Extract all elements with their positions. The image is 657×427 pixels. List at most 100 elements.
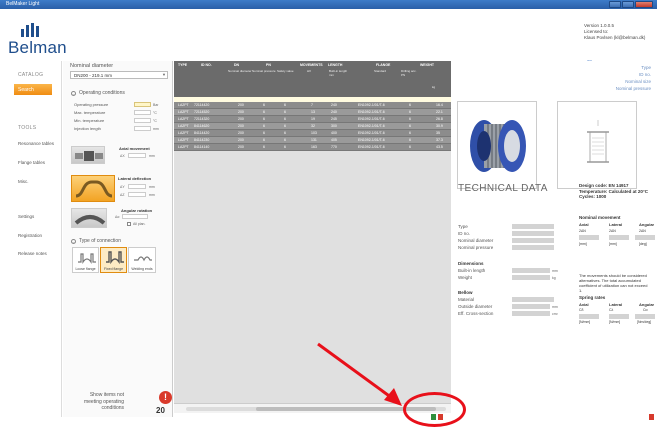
operating-conditions-header[interactable]: – Operating conditions: [71, 90, 125, 96]
label-built-in-length: Built-in length: [458, 268, 486, 273]
cell-length: 405: [331, 138, 337, 142]
col-pn[interactable]: PN: [266, 63, 271, 67]
cell-safety: 6: [284, 124, 286, 128]
nm-angular-header: Angular: [639, 222, 655, 227]
sr-axial-unit: [N/mm]: [579, 320, 591, 324]
axial-movement-icon[interactable]: [71, 146, 105, 164]
cell-drilling: 6: [409, 117, 411, 121]
operating-pressure-input[interactable]: [134, 102, 151, 107]
nm-lateral-header: Lateral: [609, 222, 623, 227]
warning-icon[interactable]: !: [159, 391, 172, 404]
col-type[interactable]: TYPE: [178, 63, 187, 67]
nominal-diameter-select[interactable]: DN200 - 219.1 mm ▼: [70, 71, 168, 79]
lateral-dy-input[interactable]: [128, 184, 146, 189]
sr-angular-header: Angular: [639, 302, 655, 307]
value-outside-diameter: [512, 304, 550, 309]
cell-safety: 6: [284, 145, 286, 149]
table-row[interactable]: LA2PT 84114230 200 6 6 131 405 EN1092-1/01/T-6 6…: [174, 137, 451, 144]
col-length[interactable]: LENGTH: [328, 63, 342, 67]
cell-weight: 22.1: [436, 110, 443, 114]
sr-angular-unit: [Nm/deg]: [637, 320, 652, 324]
cell-standard: EN1092-1/01/T-6: [358, 138, 385, 142]
angular-da-label: Δα: [115, 215, 120, 219]
cell-weight: 35: [436, 131, 440, 135]
type-of-connection-header[interactable]: – Type of connection: [71, 238, 121, 244]
col-id-no[interactable]: ID NO.: [201, 63, 212, 67]
cell-weight: 43.5: [436, 145, 443, 149]
angular-da-input[interactable]: [122, 214, 148, 219]
sr-axial-box: [579, 314, 599, 319]
min-temperature-input[interactable]: [134, 118, 151, 123]
cell-length: 400: [331, 131, 337, 135]
cell-dn: 200: [238, 117, 244, 121]
connection-welding-ends[interactable]: Welding ends: [128, 247, 156, 273]
operating-pressure-label: Operating pressure: [74, 102, 109, 107]
unit-weight: kg: [552, 276, 556, 280]
sidebar-item-search[interactable]: Search: [14, 84, 52, 95]
cell-pn: 6: [263, 145, 265, 149]
col-dn[interactable]: DN: [234, 63, 239, 67]
all-planes-checkbox[interactable]: All plan.: [127, 222, 145, 226]
connection-loose-flange-label: Loose flange: [75, 267, 96, 271]
label-nominal-pressure: Nominal pressure: [458, 245, 494, 250]
connection-loose-flange[interactable]: Loose flange: [72, 247, 99, 273]
sr-lateral-box: [609, 314, 629, 319]
cell-drilling: 6: [409, 131, 411, 135]
angular-rotation-icon[interactable]: [71, 208, 107, 228]
lateral-dz-label: ΔZ: [120, 193, 125, 197]
belman-logo: Belman: [8, 23, 67, 58]
table-row[interactable]: LA2PT 72114320 200 6 6 19 245 EN1092-1/01/T-6 6 2…: [174, 116, 451, 123]
label-outside-diameter: Outside diameter: [458, 304, 493, 309]
lateral-dz-input[interactable]: [128, 192, 146, 197]
cell-pn: 6: [263, 110, 265, 114]
cell-dx: 163: [311, 145, 317, 149]
dimensions-title: Dimensions: [458, 261, 484, 266]
cell-id-no: 84114420: [194, 131, 210, 135]
col-flange[interactable]: FLANGE: [376, 63, 390, 67]
table-row[interactable]: LA2PT 72114420 200 6 6 7 240 EN1092-1/01/T-6 6 16…: [174, 102, 451, 109]
cell-pn: 6: [263, 103, 265, 107]
design-cycles: Cycles: 1000: [579, 194, 607, 199]
minimize-button[interactable]: [609, 1, 621, 8]
nm-axial-box: [579, 235, 599, 240]
injection-length-input[interactable]: [134, 126, 151, 131]
table-row[interactable]: LA2PT 72114520 200 6 6 13 240 EN1092-1/01/T-6 6 2…: [174, 109, 451, 116]
maximize-button[interactable]: [622, 1, 634, 8]
cell-dn: 200: [238, 138, 244, 142]
cell-dn: 200: [238, 110, 244, 114]
cell-weight: 30.9: [436, 124, 443, 128]
nominal-diameter-label: Nominal diameter: [70, 63, 114, 69]
subcol-kg: kg: [432, 85, 436, 89]
cell-type: LA2PT: [178, 117, 189, 121]
sidebar-item-resonance-tables[interactable]: Resonance tables: [18, 141, 54, 146]
connection-fixed-flange[interactable]: Fixed flange: [100, 247, 127, 273]
window-titlebar: BelMaker Light: [0, 0, 657, 9]
axial-dx-input[interactable]: [128, 153, 146, 158]
sidebar-item-misc[interactable]: Misc.: [18, 179, 29, 184]
grid-header: TYPE ID NO. DN PN MOVEMENTS LENGTH FLANG…: [174, 61, 451, 97]
cell-weight: 37.3: [436, 138, 443, 142]
pdf-export-icon[interactable]: [649, 414, 654, 420]
sidebar-item-flange-tables[interactable]: Flange tables: [18, 160, 45, 165]
table-row[interactable]: LA2PT 84114140 200 6 6 163 770 EN1092-1/01/T-6 6…: [174, 144, 451, 151]
value-id-no: [512, 231, 554, 236]
col-weight[interactable]: WEIGHT: [420, 63, 434, 67]
injection-length-label: Injection length: [74, 126, 101, 131]
cell-dx: 13: [311, 110, 315, 114]
sidebar-item-release-notes[interactable]: Release notes: [18, 251, 47, 256]
table-row[interactable]: LA2PT 84114420 200 6 6 103 400 EN1092-1/01/T-6 6…: [174, 130, 451, 137]
max-temperature-input[interactable]: [134, 110, 151, 115]
lateral-deflection-icon[interactable]: [71, 175, 115, 202]
col-movements[interactable]: MOVEMENTS: [300, 63, 323, 67]
axial-dx-label: ΔX: [120, 154, 125, 158]
sidebar-item-settings[interactable]: Settings: [18, 214, 34, 219]
cell-drilling: 6: [409, 110, 411, 114]
nm-lateral-box: [609, 235, 629, 240]
cell-dn: 200: [238, 145, 244, 149]
close-button[interactable]: [635, 1, 653, 8]
table-row[interactable]: LA2PT 84114620 200 6 6 32 300 EN1092-1/01/T-6 6 3…: [174, 123, 451, 130]
min-temperature-label: Min. temperature: [74, 118, 105, 123]
cell-pn: 6: [263, 138, 265, 142]
sidebar-item-registration[interactable]: Registration: [18, 233, 42, 238]
search-panel: Nominal diameter DN200 - 219.1 mm ▼ – Op…: [63, 61, 173, 417]
